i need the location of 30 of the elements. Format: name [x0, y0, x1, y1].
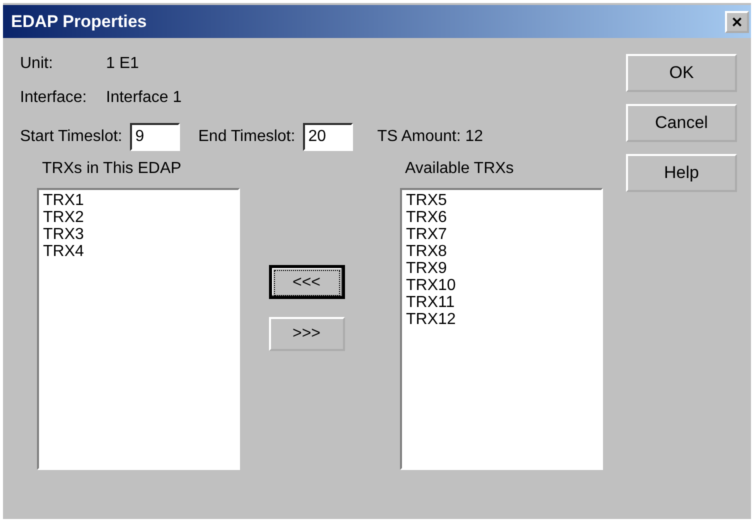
list-item[interactable]: TRX7 [406, 226, 447, 243]
list-item[interactable]: TRX3 [43, 226, 84, 243]
move-button[interactable]: <<< [268, 265, 344, 299]
list-item[interactable]: TRX2 [43, 209, 84, 226]
field-label: Start Timeslot: [20, 128, 122, 146]
list-item[interactable]: TRX11 [406, 294, 455, 311]
dialog-button[interactable]: OK [626, 54, 737, 92]
list-item[interactable]: TRX1 [43, 192, 84, 209]
list-item[interactable]: TRX5 [406, 192, 447, 209]
list-item[interactable]: TRX4 [43, 243, 84, 260]
close-button[interactable]: × [725, 10, 749, 32]
amount-label: TS Amount: 12 [377, 128, 484, 146]
list-item[interactable]: TRX9 [406, 260, 447, 277]
dialog-button[interactable]: Cancel [626, 104, 737, 142]
input-field[interactable]: 20 [303, 123, 354, 151]
window-title: EDAP Properties [11, 12, 147, 32]
dialog-button[interactable]: Help [626, 154, 737, 192]
list-item[interactable]: TRX10 [406, 277, 456, 294]
input-field[interactable]: 9 [130, 123, 180, 151]
list-item[interactable]: TRX6 [406, 209, 447, 226]
list-item[interactable]: TRX12 [406, 311, 456, 328]
list-title: Available TRXs [404, 160, 515, 179]
field-label: Unit: [20, 55, 54, 73]
field-label: Interface: [20, 89, 88, 107]
field-value: 1 E1 [106, 55, 139, 73]
move-button[interactable]: >>> [268, 317, 344, 351]
field-label: End Timeslot: [198, 128, 296, 146]
list-item[interactable]: TRX8 [406, 243, 447, 260]
list-title: TRXs in This EDAP [41, 160, 182, 179]
field-value: Interface 1 [106, 89, 182, 107]
